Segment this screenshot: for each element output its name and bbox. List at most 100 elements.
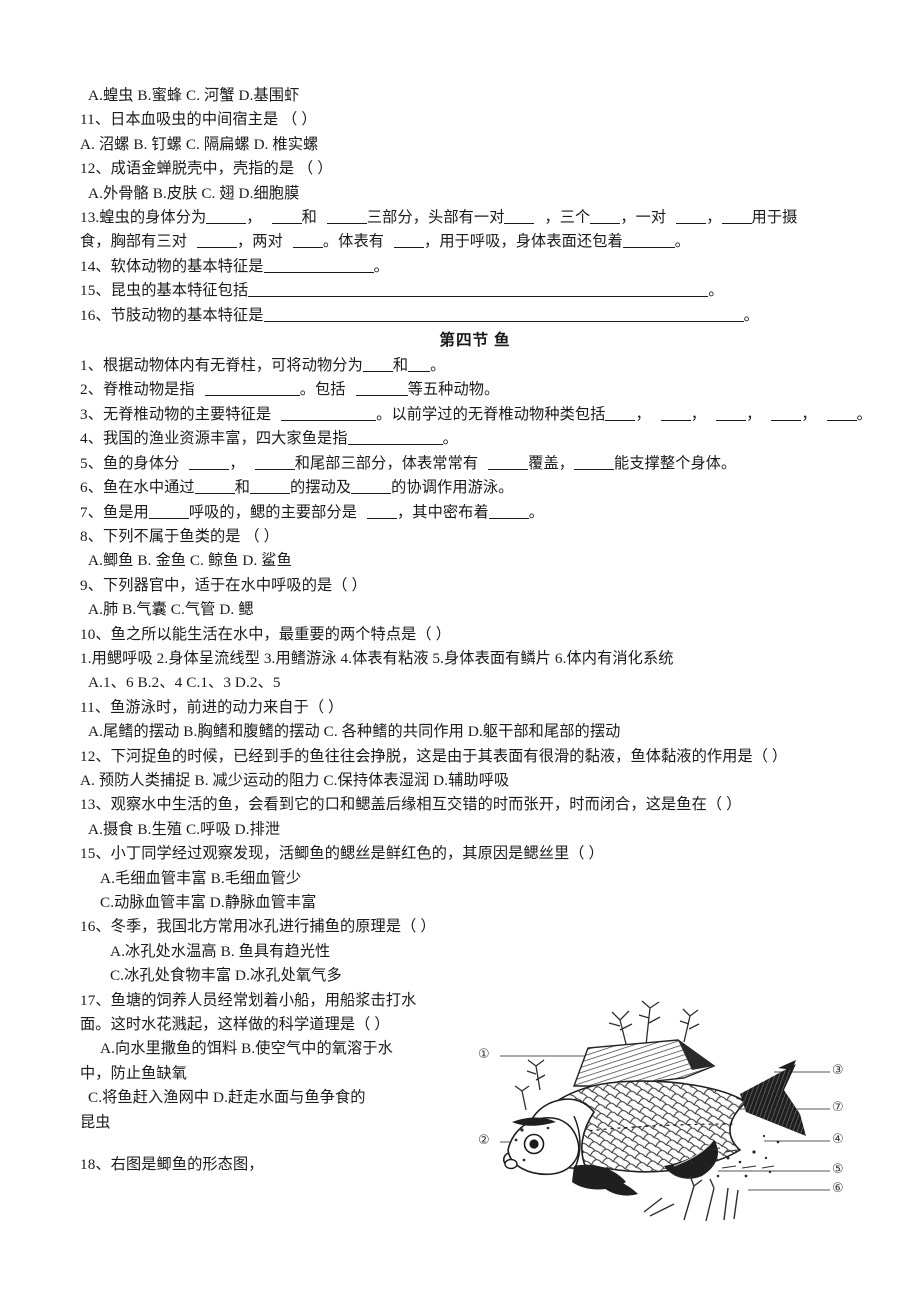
fq3-c: ， (635, 405, 651, 423)
fish-question-4: 4、我国的渔业资源丰富，四大家鱼是指 。 (80, 427, 870, 451)
fish-head (502, 1098, 595, 1175)
fish-question-15-stem: 15、小丁同学经过观察发现，活鲫鱼的鳃丝是鲜红色的，其原因是鳃丝里（ ） (80, 845, 604, 863)
fish-question-8-options: A.鲫鱼 B. 金鱼 C. 鲸鱼 D. 鲨鱼 (88, 552, 292, 570)
blank (676, 210, 707, 225)
q13-text-b: ， (246, 209, 262, 227)
foreground-plants (643, 1175, 739, 1222)
blank (362, 358, 393, 373)
blank (254, 456, 295, 470)
question-11-stem: 11、日本血吸虫的中间宿主是 （ ） (80, 111, 317, 129)
q13-text-e: ，三个 (544, 209, 591, 227)
fish-question-13-stem: 13、观察水中生活的鱼，会看到它的口和鳃盖后缘相互交错的时而张开，时而闭合，这是… (80, 796, 742, 814)
blank (504, 210, 535, 225)
fq5-b: ， (229, 454, 245, 472)
caudal-fin (740, 1060, 806, 1136)
fq5-e: 能支撑整个身体。 (614, 454, 737, 472)
fish-question-12-options: A. 预防人类捕捉 B. 减少运动的阻力 C.保持体表湿润 D.辅助呼吸 (80, 771, 510, 789)
fq6-a: 6、鱼在水中通过 (80, 479, 195, 497)
fq1-b: 和 (392, 357, 409, 375)
callout-5: ⑤ (832, 1162, 844, 1177)
blank (826, 407, 857, 421)
blank (189, 456, 230, 470)
fq5-c: 和尾部三部分，体表常常有 (294, 454, 479, 472)
fq7-c: ，其中密布着 (397, 503, 489, 521)
blank (148, 505, 189, 519)
blank (326, 210, 367, 225)
q13-text-j: ，两对 (237, 233, 283, 251)
blank (574, 456, 615, 470)
fq6-d: 的协调作用游泳。 (391, 479, 514, 497)
q15-prefix: 15、昆虫的基本特征包括 (80, 282, 249, 300)
q16-suffix: 。 (743, 306, 759, 324)
question-13-line2: 食，胸部有三对 ，两对 。体表有 ，用于呼吸，身体表面还包着 。 (80, 230, 870, 254)
question-14: 14、软体动物的基本特征是 。 (80, 255, 870, 279)
question-16: 16、节肢动物的基本特征是 。 (80, 304, 870, 328)
blank (292, 234, 323, 249)
fish-question-1: 1、根据动物体内有无脊柱，可将动物分为 和 。 (80, 354, 870, 378)
fish-question-16-options-row1: A.冰孔处水温高 B. 鱼具有趋光性 (110, 942, 331, 960)
fish-question-3: 3、无脊椎动物的主要特征是 。以前学过的无脊椎动物种类包括 ， ， ， ， 。 (80, 403, 872, 427)
fq6-b: 和 (234, 479, 251, 497)
q13-text-f: ，一对 (620, 209, 667, 227)
q13-text-h: 用于摄 (751, 209, 798, 227)
q13-text-d: 三部分，头部有一对 (366, 209, 505, 227)
fq3-d: ， (690, 405, 707, 423)
blank (248, 283, 709, 298)
blank (590, 210, 621, 225)
fq5-a: 5、鱼的身体分 (80, 454, 180, 472)
q14-suffix: 。 (373, 257, 389, 275)
fish-question-11-options: A.尾鳍的摆动 B.胸鳍和腹鳍的摆动 C. 各种鳍的共同作用 D.躯干部和尾部的… (88, 723, 621, 741)
question-13-line1: 13.蝗虫的身体分为 ， 和 三部分，头部有一对 ，三个 ，一对 ， 用于摄 (80, 206, 870, 230)
callout-4: ④ (832, 1132, 844, 1147)
blank (206, 210, 247, 225)
q13-text-l: ，用于呼吸，身体表面还包着 (424, 233, 623, 251)
blank (271, 210, 302, 225)
blank (622, 234, 675, 249)
callout-7: ⑦ (832, 1100, 844, 1115)
fq3-e: ， (746, 405, 762, 423)
fish-question-13-options: A.摄食 B.生殖 C.呼吸 D.排泄 (88, 820, 281, 838)
blank (721, 210, 752, 225)
blank (351, 480, 392, 495)
fq7-a: 7、鱼是用 (80, 503, 149, 521)
fq2-b: 。包括 (299, 381, 346, 399)
q13-text-k: 。体表有 (322, 233, 385, 251)
fish-question-8-stem: 8、下列不属于鱼类的是 （ ） (80, 527, 279, 545)
fish-question-10-stem: 10、鱼之所以能生活在水中，最重要的两个特点是（ ） (80, 625, 451, 643)
question-11-options: A. 沼螺 B. 钉螺 C. 隔扁螺 D. 椎实螺 (80, 135, 319, 153)
q13-text-a: 13.蝗虫的身体分为 (80, 209, 207, 227)
fish-question-10-items: 1.用鳃呼吸 2.身体呈流线型 3.用鳍游泳 4.体表有粘液 5.身体表面有鳞片… (80, 649, 674, 667)
callout-6: ⑥ (832, 1181, 844, 1196)
q14-prefix: 14、软体动物的基本特征是 (80, 257, 264, 275)
blank (281, 407, 377, 421)
callout-3: ③ (832, 1063, 844, 1078)
fq2-c: 等五种动物。 (407, 381, 500, 399)
q15-suffix: 。 (708, 282, 724, 300)
fq3-b: 。以前学过的无脊椎动物种类包括 (376, 405, 606, 423)
fq4-b: 。 (442, 430, 458, 448)
fq1-a: 1、根据动物体内有无脊柱，可将动物分为 (80, 357, 363, 375)
blank (771, 407, 802, 421)
document-page: A.蝗虫 B.蜜蜂 C. 河蟹 D.基围虾 11、日本血吸虫的中间宿主是 （ ）… (0, 0, 920, 1302)
fish-question-12-stem: 12、下河捉鱼的时候，已经到手的鱼往往会挣脱，这是由于其表面有很滑的黏液，鱼体黏… (80, 747, 788, 765)
q13-text-c: 和 (301, 209, 317, 227)
question-12-stem: 12、成语金蝉脱壳中，壳指的是 （ ） (80, 160, 333, 178)
blank (660, 407, 691, 421)
fish-question-16-stem: 16、冬季，我国北方常用冰孔进行捕鱼的原理是（ ） (80, 918, 436, 936)
blank (204, 382, 300, 397)
fish-question-16-options-row2: C.冰孔处食物丰富 D.冰孔处氧气多 (110, 967, 342, 985)
blank (605, 407, 636, 421)
blank (263, 308, 744, 322)
question-12-options: A.外骨骼 B.皮肤 C. 翅 D.细胞膜 (88, 184, 300, 202)
fq2-a: 2、脊椎动物是指 (80, 381, 195, 399)
blank (197, 234, 238, 249)
q13-text-g: ， (706, 209, 722, 227)
callout-2: ② (478, 1133, 490, 1148)
fq4-a: 4、我国的渔业资源丰富，四大家鱼是指 (80, 430, 348, 448)
fish-question-15-options-row1: A.毛细血管丰富 B.毛细血管少 (100, 869, 302, 887)
fq5-d: 覆盖， (528, 454, 575, 472)
blank (347, 431, 443, 446)
blank (394, 234, 425, 249)
q16-prefix: 16、节肢动物的基本特征是 (80, 306, 264, 324)
fish-question-7: 7、鱼是用 呼吸的，鳃的主要部分是 ，其中密布着 。 (80, 501, 870, 525)
